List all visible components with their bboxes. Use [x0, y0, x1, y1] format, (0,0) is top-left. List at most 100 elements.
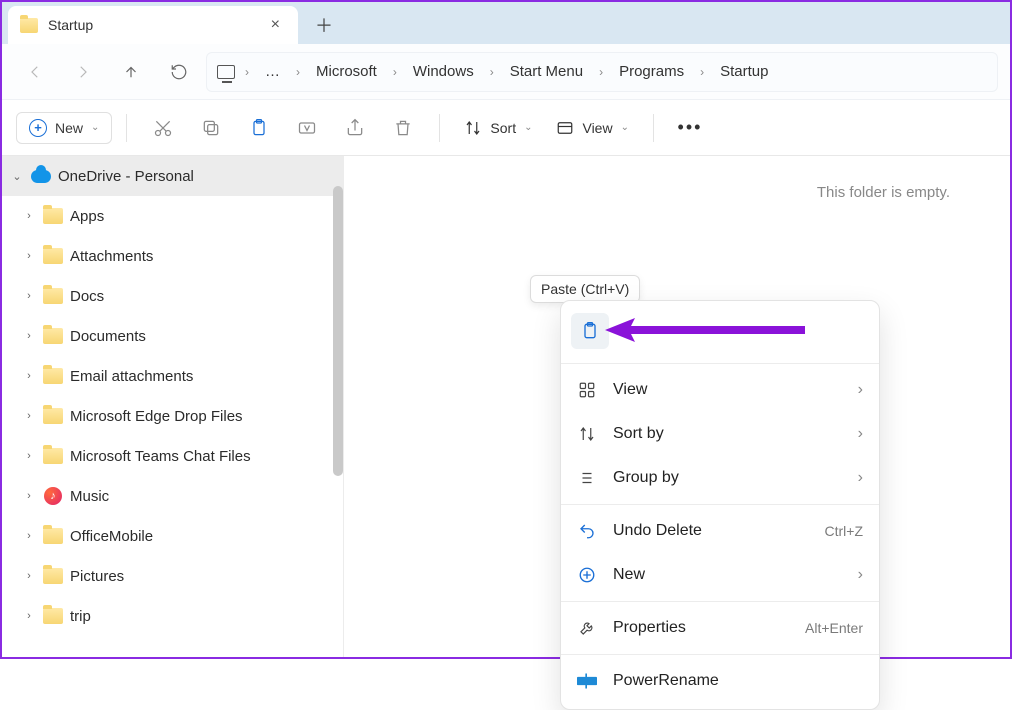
view-label: View [582, 120, 612, 136]
divider [561, 363, 879, 364]
grid-icon [577, 381, 597, 399]
new-tab-button[interactable]: ＋ [310, 11, 338, 39]
chevron-right-icon: › [22, 570, 36, 582]
breadcrumb-item[interactable]: Microsoft [310, 59, 383, 84]
group-icon [577, 469, 597, 487]
folder-icon [43, 568, 63, 584]
context-group-by[interactable]: Group by › [561, 456, 879, 500]
sidebar-item[interactable]: › Apps [2, 196, 343, 236]
sidebar-item[interactable]: › Pictures [2, 556, 343, 596]
chevron-right-icon: › [595, 65, 607, 79]
cut-button[interactable] [141, 108, 185, 148]
music-icon: ♪ [44, 487, 62, 505]
chevron-down-icon: ⌄ [10, 170, 24, 183]
toolbar: + New ⌄ Sort ⌄ View ⌄ ••• [2, 100, 1010, 156]
context-undo-delete[interactable]: Undo Delete Ctrl+Z [561, 509, 879, 553]
tab-bar: Startup × ＋ [2, 2, 1010, 44]
sort-label: Sort [490, 120, 516, 136]
paste-tooltip: Paste (Ctrl+V) [530, 275, 640, 303]
sort-icon [577, 425, 597, 443]
chevron-down-icon: ⌄ [621, 122, 629, 133]
share-button[interactable] [333, 108, 377, 148]
chevron-right-icon: › [22, 330, 36, 342]
breadcrumb-item[interactable]: Programs [613, 59, 690, 84]
chevron-right-icon: › [241, 65, 253, 79]
chevron-right-icon: › [22, 610, 36, 622]
chevron-down-icon: ⌄ [524, 122, 532, 133]
back-button[interactable] [14, 52, 56, 92]
context-powerrename[interactable]: PowerRename [561, 659, 879, 703]
sidebar-item-label: Microsoft Teams Chat Files [70, 448, 251, 465]
context-new[interactable]: New › [561, 553, 879, 597]
sidebar-item[interactable]: › Documents [2, 316, 343, 356]
sidebar-onedrive[interactable]: ⌄ OneDrive - Personal [2, 156, 343, 196]
divider [561, 504, 879, 505]
sidebar-item[interactable]: › OfficeMobile [2, 516, 343, 556]
context-properties-shortcut: Alt+Enter [805, 620, 863, 636]
divider [126, 114, 127, 142]
cloud-icon [30, 170, 52, 183]
chevron-right-icon: › [696, 65, 708, 79]
context-properties-label: Properties [613, 619, 686, 637]
sidebar-item[interactable]: › Microsoft Teams Chat Files [2, 436, 343, 476]
sidebar-item[interactable]: › ♪ Music [2, 476, 343, 516]
address-bar[interactable]: › … › Microsoft › Windows › Start Menu ›… [206, 52, 998, 92]
paste-button[interactable] [237, 108, 281, 148]
context-paste-button[interactable] [571, 313, 609, 349]
breadcrumb-item[interactable]: Start Menu [504, 59, 589, 84]
context-group-label: Group by [613, 469, 679, 487]
tab-startup[interactable]: Startup × [8, 6, 298, 44]
context-menu: View › Sort by › Group by › Undo Delete … [560, 300, 880, 710]
context-powerrename-label: PowerRename [613, 672, 719, 690]
copy-button[interactable] [189, 108, 233, 148]
breadcrumb-current[interactable]: Startup [714, 59, 774, 84]
chevron-right-icon: › [858, 381, 863, 399]
sidebar-item[interactable]: › Docs [2, 276, 343, 316]
sidebar-item-label: Music [70, 488, 109, 505]
breadcrumb-item[interactable]: Windows [407, 59, 480, 84]
powerrename-icon [577, 673, 597, 689]
context-view-label: View [613, 381, 647, 399]
refresh-button[interactable] [158, 52, 200, 92]
up-button[interactable] [110, 52, 152, 92]
view-button[interactable]: View ⌄ [546, 113, 638, 143]
sort-button[interactable]: Sort ⌄ [454, 113, 542, 143]
chevron-right-icon: › [858, 425, 863, 443]
context-sort-by[interactable]: Sort by › [561, 412, 879, 456]
folder-icon [43, 368, 63, 384]
sidebar-item-label: OfficeMobile [70, 528, 153, 545]
folder-icon [43, 248, 63, 264]
plus-circle-icon: + [29, 119, 47, 137]
more-button[interactable]: ••• [668, 108, 712, 148]
chevron-right-icon: › [22, 530, 36, 542]
sidebar-item[interactable]: › Microsoft Edge Drop Files [2, 396, 343, 436]
forward-button[interactable] [62, 52, 104, 92]
folder-icon [43, 208, 63, 224]
sidebar-item-label: Documents [70, 328, 146, 345]
sidebar-item-label: Attachments [70, 248, 153, 265]
rename-button[interactable] [285, 108, 329, 148]
context-sort-label: Sort by [613, 425, 664, 443]
sidebar-item-label: Docs [70, 288, 104, 305]
delete-button[interactable] [381, 108, 425, 148]
sidebar-item-label: Apps [70, 208, 104, 225]
scrollbar[interactable] [333, 186, 343, 476]
chevron-right-icon: › [22, 450, 36, 462]
sidebar-item-label: Email attachments [70, 368, 193, 385]
sidebar-item[interactable]: › Attachments [2, 236, 343, 276]
wrench-icon [577, 619, 597, 637]
nav-bar: › … › Microsoft › Windows › Start Menu ›… [2, 44, 1010, 100]
undo-icon [577, 522, 597, 540]
close-tab-button[interactable]: × [265, 12, 286, 38]
sidebar-item[interactable]: › Email attachments [2, 356, 343, 396]
breadcrumb-more[interactable]: … [259, 59, 286, 84]
chevron-right-icon: › [22, 370, 36, 382]
context-view[interactable]: View › [561, 368, 879, 412]
sidebar-item[interactable]: › trip [2, 596, 343, 636]
folder-icon [43, 328, 63, 344]
context-properties[interactable]: Properties Alt+Enter [561, 606, 879, 650]
new-button[interactable]: + New ⌄ [16, 112, 112, 144]
folder-icon [43, 408, 63, 424]
sidebar-header-label: OneDrive - Personal [58, 168, 194, 185]
context-undo-shortcut: Ctrl+Z [825, 523, 864, 539]
